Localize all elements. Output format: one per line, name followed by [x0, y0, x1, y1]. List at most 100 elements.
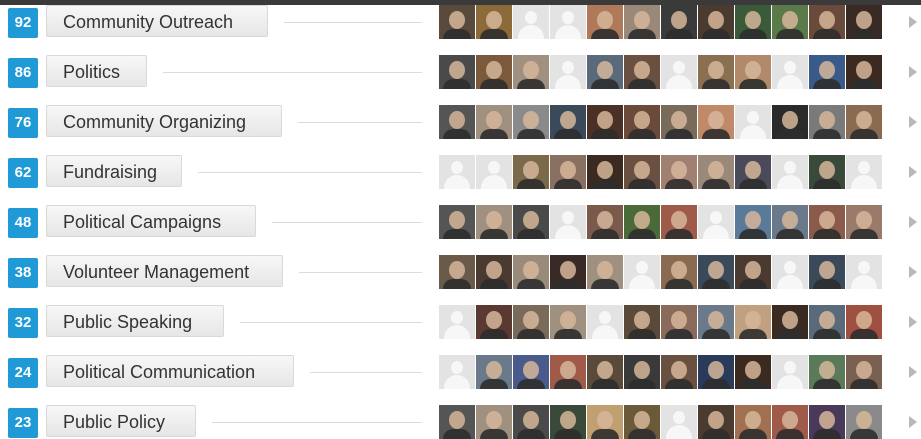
- endorser-avatar[interactable]: [624, 5, 660, 39]
- endorser-avatar[interactable]: [661, 305, 697, 339]
- endorser-avatar[interactable]: [846, 305, 882, 339]
- expand-arrow-icon[interactable]: [909, 66, 917, 78]
- endorser-avatar[interactable]: [846, 405, 882, 439]
- endorser-avatar[interactable]: [550, 255, 586, 289]
- endorser-avatar[interactable]: [698, 405, 734, 439]
- endorser-avatar[interactable]: [439, 5, 475, 39]
- endorser-avatar[interactable]: [809, 205, 845, 239]
- endorser-avatar[interactable]: [698, 355, 734, 389]
- endorser-avatar[interactable]: [846, 205, 882, 239]
- endorser-avatar[interactable]: [439, 205, 475, 239]
- endorser-avatar[interactable]: [846, 55, 882, 89]
- endorser-avatar-placeholder[interactable]: [550, 55, 586, 89]
- endorser-avatar[interactable]: [550, 405, 586, 439]
- endorser-avatar[interactable]: [735, 155, 771, 189]
- endorser-avatar[interactable]: [735, 305, 771, 339]
- skill-name-button[interactable]: Community Outreach: [46, 5, 268, 37]
- skill-name-button[interactable]: Fundraising: [46, 155, 182, 187]
- endorser-avatar[interactable]: [476, 205, 512, 239]
- endorser-avatar-placeholder[interactable]: [513, 5, 549, 39]
- endorser-avatar[interactable]: [661, 105, 697, 139]
- endorser-avatar-placeholder[interactable]: [772, 55, 808, 89]
- endorser-avatar[interactable]: [624, 105, 660, 139]
- expand-arrow-icon[interactable]: [909, 216, 917, 228]
- endorser-avatar-placeholder[interactable]: [772, 255, 808, 289]
- endorser-avatar[interactable]: [513, 55, 549, 89]
- endorser-avatar[interactable]: [698, 305, 734, 339]
- endorser-avatar[interactable]: [476, 305, 512, 339]
- endorser-avatar[interactable]: [476, 255, 512, 289]
- endorser-avatar[interactable]: [587, 405, 623, 439]
- endorser-avatar[interactable]: [476, 5, 512, 39]
- endorser-avatar[interactable]: [809, 255, 845, 289]
- endorser-avatar[interactable]: [772, 205, 808, 239]
- endorser-avatar-placeholder[interactable]: [661, 55, 697, 89]
- endorser-avatar[interactable]: [587, 105, 623, 139]
- endorser-avatar[interactable]: [476, 105, 512, 139]
- endorser-avatar[interactable]: [698, 255, 734, 289]
- endorser-avatar[interactable]: [624, 305, 660, 339]
- expand-arrow-icon[interactable]: [909, 266, 917, 278]
- endorser-avatar-placeholder[interactable]: [846, 155, 882, 189]
- endorser-avatar[interactable]: [550, 105, 586, 139]
- endorser-avatar[interactable]: [661, 5, 697, 39]
- endorser-avatar[interactable]: [735, 5, 771, 39]
- endorser-avatar[interactable]: [513, 105, 549, 139]
- endorser-avatar[interactable]: [513, 355, 549, 389]
- endorser-avatar[interactable]: [587, 255, 623, 289]
- endorser-avatar[interactable]: [735, 255, 771, 289]
- endorser-avatar[interactable]: [846, 355, 882, 389]
- endorser-avatar[interactable]: [439, 55, 475, 89]
- skill-name-button[interactable]: Political Campaigns: [46, 205, 256, 237]
- endorser-avatar-placeholder[interactable]: [550, 5, 586, 39]
- endorser-avatar[interactable]: [661, 205, 697, 239]
- endorser-avatar[interactable]: [809, 355, 845, 389]
- endorser-avatar-placeholder[interactable]: [439, 155, 475, 189]
- expand-arrow-icon[interactable]: [909, 16, 917, 28]
- endorser-avatar[interactable]: [513, 305, 549, 339]
- skill-name-button[interactable]: Political Communication: [46, 355, 294, 387]
- skill-name-button[interactable]: Public Policy: [46, 405, 196, 437]
- endorser-avatar[interactable]: [550, 355, 586, 389]
- endorser-avatar[interactable]: [513, 405, 549, 439]
- endorser-avatar-placeholder[interactable]: [661, 405, 697, 439]
- endorser-avatar-placeholder[interactable]: [735, 105, 771, 139]
- endorser-avatar[interactable]: [513, 155, 549, 189]
- endorser-avatar-placeholder[interactable]: [587, 305, 623, 339]
- endorser-avatar[interactable]: [587, 155, 623, 189]
- endorser-avatar[interactable]: [661, 355, 697, 389]
- endorser-avatar[interactable]: [587, 205, 623, 239]
- endorser-avatar[interactable]: [846, 5, 882, 39]
- endorser-avatar[interactable]: [698, 155, 734, 189]
- endorser-avatar-placeholder[interactable]: [846, 255, 882, 289]
- endorser-avatar[interactable]: [439, 105, 475, 139]
- endorser-avatar[interactable]: [513, 205, 549, 239]
- endorser-avatar-placeholder[interactable]: [624, 255, 660, 289]
- expand-arrow-icon[interactable]: [909, 166, 917, 178]
- endorser-avatar[interactable]: [624, 155, 660, 189]
- endorser-avatar[interactable]: [550, 305, 586, 339]
- endorser-avatar[interactable]: [661, 255, 697, 289]
- endorser-avatar[interactable]: [698, 105, 734, 139]
- expand-arrow-icon[interactable]: [909, 116, 917, 128]
- endorser-avatar[interactable]: [809, 5, 845, 39]
- endorser-avatar-placeholder[interactable]: [550, 205, 586, 239]
- endorser-avatar-placeholder[interactable]: [772, 155, 808, 189]
- endorser-avatar[interactable]: [624, 405, 660, 439]
- endorser-avatar-placeholder[interactable]: [439, 305, 475, 339]
- endorser-avatar[interactable]: [772, 305, 808, 339]
- endorser-avatar[interactable]: [772, 105, 808, 139]
- endorser-avatar[interactable]: [735, 55, 771, 89]
- endorser-avatar[interactable]: [624, 355, 660, 389]
- skill-name-button[interactable]: Politics: [46, 55, 147, 87]
- skill-name-button[interactable]: Volunteer Management: [46, 255, 283, 287]
- endorser-avatar[interactable]: [698, 5, 734, 39]
- endorser-avatar[interactable]: [439, 405, 475, 439]
- endorser-avatar[interactable]: [587, 55, 623, 89]
- endorser-avatar[interactable]: [439, 255, 475, 289]
- expand-arrow-icon[interactable]: [909, 416, 917, 428]
- endorser-avatar[interactable]: [809, 55, 845, 89]
- endorser-avatar[interactable]: [513, 255, 549, 289]
- endorser-avatar-placeholder[interactable]: [476, 155, 512, 189]
- endorser-avatar[interactable]: [846, 105, 882, 139]
